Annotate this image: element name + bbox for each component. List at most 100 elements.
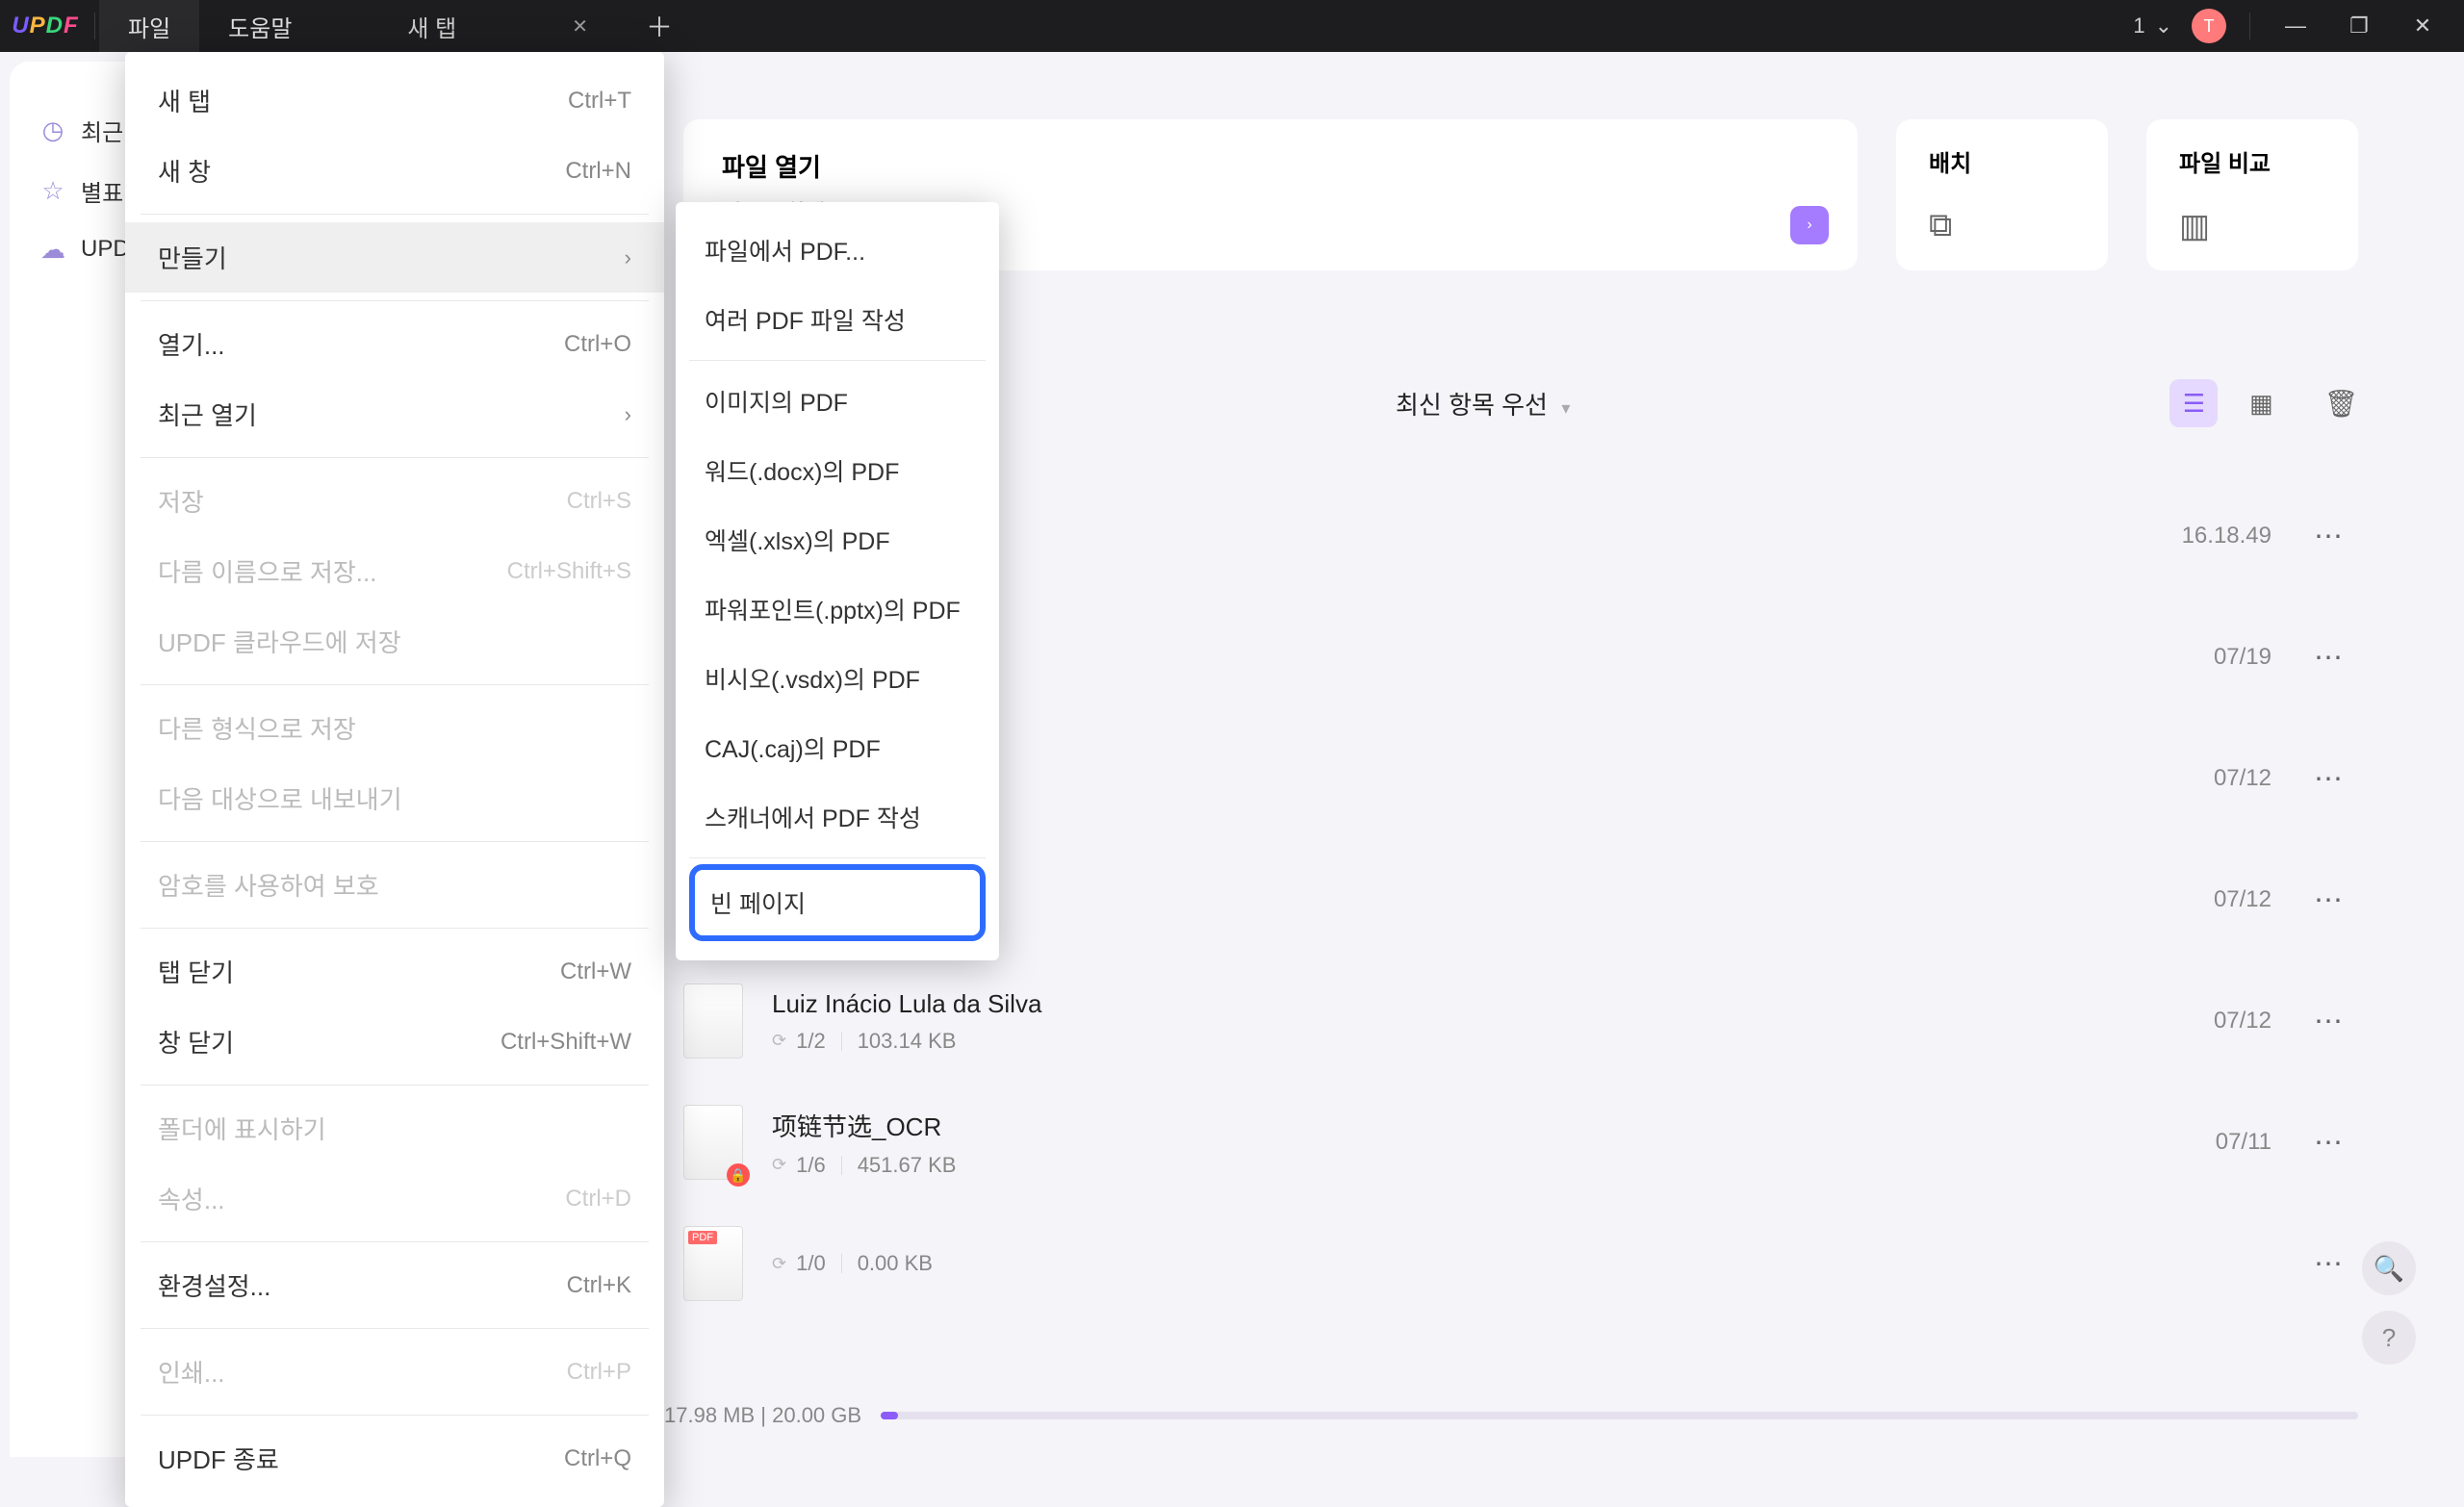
menu-create[interactable]: 만들기› [125,222,664,293]
menu-save: 저장Ctrl+S [125,466,664,536]
menu-recent-open[interactable]: 최근 열기› [125,379,664,449]
file-row[interactable]: 🔒 项链节选_OCR ⟳1/6451.67 KB 07/11 ⋯ [683,1082,2358,1203]
file-thumbnail [683,983,743,1059]
chevron-down-icon: ▾ [1561,398,1570,418]
submenu-image-pdf[interactable]: 이미지의 PDF [676,367,999,436]
minimize-button[interactable]: — [2273,4,2318,48]
card-batch[interactable]: 배치 ⧉ [1896,119,2108,270]
help-button[interactable]: ? [2362,1311,2416,1365]
separator [141,300,649,301]
menu-preferences[interactable]: 환경설정...Ctrl+K [125,1250,664,1320]
storage-text: 17.98 MB | 20.00 GB [664,1403,861,1428]
menu-open[interactable]: 열기...Ctrl+O [125,309,664,379]
star-icon: ☆ [38,177,67,206]
file-date: 07/12 [2079,765,2272,792]
close-window-button[interactable]: ✕ [2400,4,2445,48]
file-date: 07/12 [2079,886,2272,913]
more-icon[interactable]: ⋯ [2300,762,2358,796]
file-menu-dropdown: 새 탭Ctrl+T 새 창Ctrl+N 만들기› 열기...Ctrl+O 최근 … [125,52,664,1507]
file-thumbnail [683,1226,743,1301]
window-count-dropdown[interactable]: 1 ⌄ [2133,13,2172,38]
create-submenu: 파일에서 PDF... 여러 PDF 파일 작성 이미지의 PDF 워드(.do… [676,202,999,960]
menu-close-tab[interactable]: 탭 닫기Ctrl+W [125,936,664,1007]
file-main: Luiz Inácio Lula da Silva ⟳1/2103.14 KB [772,989,2050,1054]
batch-icon: ⧉ [1929,207,2075,244]
view-grid-button[interactable]: ▦ [2237,379,2285,427]
menu-quit[interactable]: UPDF 종료Ctrl+Q [125,1423,664,1494]
separator [141,928,649,929]
menu-protect: 암호를 사용하여 보호 [125,850,664,920]
menu-new-tab[interactable]: 새 탭Ctrl+T [125,65,664,136]
divider [2249,13,2250,39]
user-avatar[interactable]: T [2192,9,2226,43]
refresh-icon: ⟳ [772,1254,786,1274]
view-list-button[interactable]: ☰ [2169,379,2218,427]
divider [94,13,95,39]
file-row[interactable]: ⟳1/00.00 KB ⋯ [683,1203,2358,1324]
menu-properties: 속성...Ctrl+D [125,1163,664,1234]
submenu-caj-pdf[interactable]: CAJ(.caj)의 PDF [676,713,999,782]
menu-save-as: 다름 이름으로 저장...Ctrl+Shift+S [125,536,664,606]
refresh-icon: ⟳ [772,1155,786,1175]
submenu-visio-pdf[interactable]: 비시오(.vsdx)의 PDF [676,644,999,713]
chevron-down-icon: ⌄ [2155,13,2172,38]
storage-progress [881,1412,2358,1419]
add-tab-button[interactable]: ＋ [617,7,702,45]
more-icon[interactable]: ⋯ [2300,1247,2358,1281]
more-icon[interactable]: ⋯ [2300,520,2358,553]
file-date: 07/11 [2079,1129,2272,1156]
submenu-scanner-pdf[interactable]: 스캐너에서 PDF 작성 [676,782,999,852]
file-title: 项链节选_OCR [772,1108,2050,1143]
lock-icon: 🔒 [727,1163,750,1187]
separator [141,457,649,458]
file-meta: ⟳1/00.00 KB [772,1251,2050,1276]
file-meta: ⟳1/6451.67 KB [772,1153,2050,1178]
file-date: 07/12 [2079,1008,2272,1034]
menu-new-window[interactable]: 새 창Ctrl+N [125,136,664,206]
submenu-ppt-pdf[interactable]: 파워포인트(.pptx)의 PDF [676,575,999,644]
menu-export: 다음 대상으로 내보내기 [125,763,664,833]
card-compare[interactable]: 파일 비교 ▥ [2146,119,2358,270]
file-main: 项链节选_OCR ⟳1/6451.67 KB [772,1108,2050,1178]
menu-show-folder: 폴더에 표시하기 [125,1093,664,1163]
maximize-button[interactable]: ❐ [2337,4,2381,48]
tab-label: 새 탭 [407,10,456,43]
separator [141,1415,649,1416]
menu-save-cloud: UPDF 클라우드에 저장 [125,606,664,677]
more-icon[interactable]: ⋯ [2300,1005,2358,1038]
separator [141,841,649,842]
chevron-right-icon: › [625,402,631,427]
more-icon[interactable]: ⋯ [2300,883,2358,917]
file-meta: ⟳1/2103.14 KB [772,1029,2050,1054]
refresh-icon: ⟳ [772,1031,786,1051]
tab-new[interactable]: 새 탭 ✕ [378,0,617,52]
close-icon[interactable]: ✕ [572,14,588,38]
more-icon[interactable]: ⋯ [2300,1126,2358,1160]
menu-help[interactable]: 도움말 [199,0,321,52]
menu-close-window[interactable]: 창 닫기Ctrl+Shift+W [125,1007,664,1077]
title-bar: UPDF 파일 도움말 새 탭 ✕ ＋ 1 ⌄ T — ❐ ✕ [0,0,2464,52]
file-row[interactable]: Luiz Inácio Lula da Silva ⟳1/2103.14 KB … [683,960,2358,1082]
clock-icon: ◷ [38,116,67,145]
more-icon[interactable]: ⋯ [2300,641,2358,675]
trash-icon[interactable]: 🗑 [2323,388,2358,420]
cloud-icon: ☁ [38,235,67,264]
menu-save-other: 다른 형식으로 저장 [125,693,664,763]
app-logo: UPDF [0,13,90,39]
submenu-blank-page[interactable]: 빈 페이지 [689,864,986,941]
arrow-right-icon[interactable]: › [1790,206,1829,244]
file-date: 16.18.49 [2079,523,2272,549]
sort-label[interactable]: 최신 항목 우선 ▾ [1396,386,1570,421]
menu-print: 인쇄...Ctrl+P [125,1337,664,1407]
separator [141,1328,649,1329]
separator [689,857,986,858]
chevron-right-icon: › [625,245,631,270]
menu-file[interactable]: 파일 [99,0,199,52]
file-title: Luiz Inácio Lula da Silva [772,989,2050,1019]
submenu-from-file[interactable]: 파일에서 PDF... [676,216,999,285]
storage-bar: 17.98 MB | 20.00 GB [664,1403,2358,1428]
submenu-excel-pdf[interactable]: 엑셀(.xlsx)의 PDF [676,505,999,575]
submenu-multi-pdf[interactable]: 여러 PDF 파일 작성 [676,285,999,354]
submenu-word-pdf[interactable]: 워드(.docx)의 PDF [676,436,999,505]
search-button[interactable]: 🔍 [2362,1241,2416,1295]
